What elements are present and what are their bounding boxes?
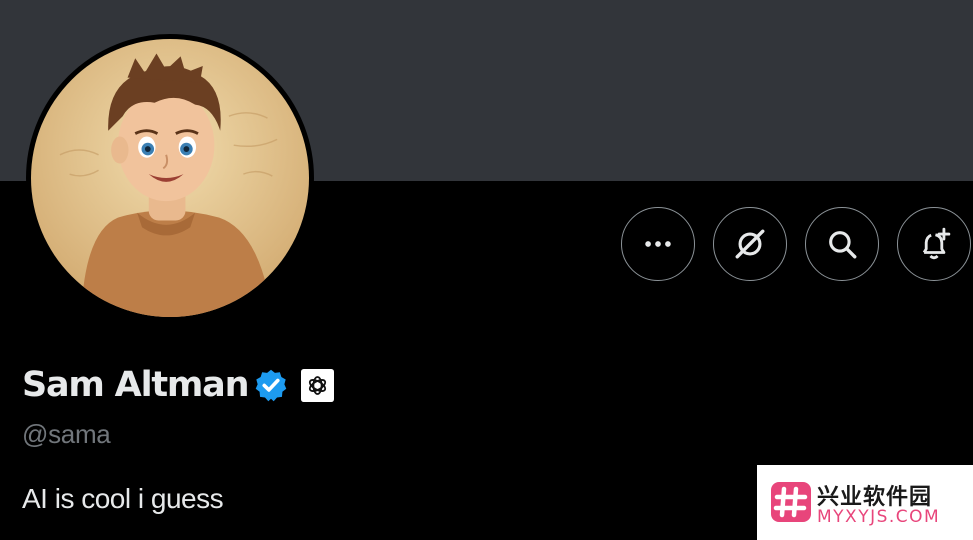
search-profile-button[interactable] [805,207,879,281]
bell-plus-icon [922,227,951,260]
profile-handle: @sama [22,419,111,449]
profile-avatar[interactable] [26,34,314,322]
more-icon [645,241,671,247]
grok-icon [735,229,765,259]
site-watermark: 兴业软件园 MYXYJS.COM [757,465,973,540]
display-name: Sam Altman [22,365,250,405]
more-options-button[interactable] [621,207,695,281]
watermark-logo-icon [771,482,811,522]
notifications-button[interactable] [897,207,971,281]
watermark-url: MYXYJS.COM [817,507,941,527]
name-row: Sam Altman [22,362,335,408]
verified-badge-icon[interactable] [253,367,289,403]
openai-logo-icon[interactable] [301,368,335,402]
grok-button[interactable] [713,207,787,281]
avatar-illustration [31,39,309,317]
profile-bio: AI is cool i guess [22,483,224,514]
search-icon [829,231,857,259]
